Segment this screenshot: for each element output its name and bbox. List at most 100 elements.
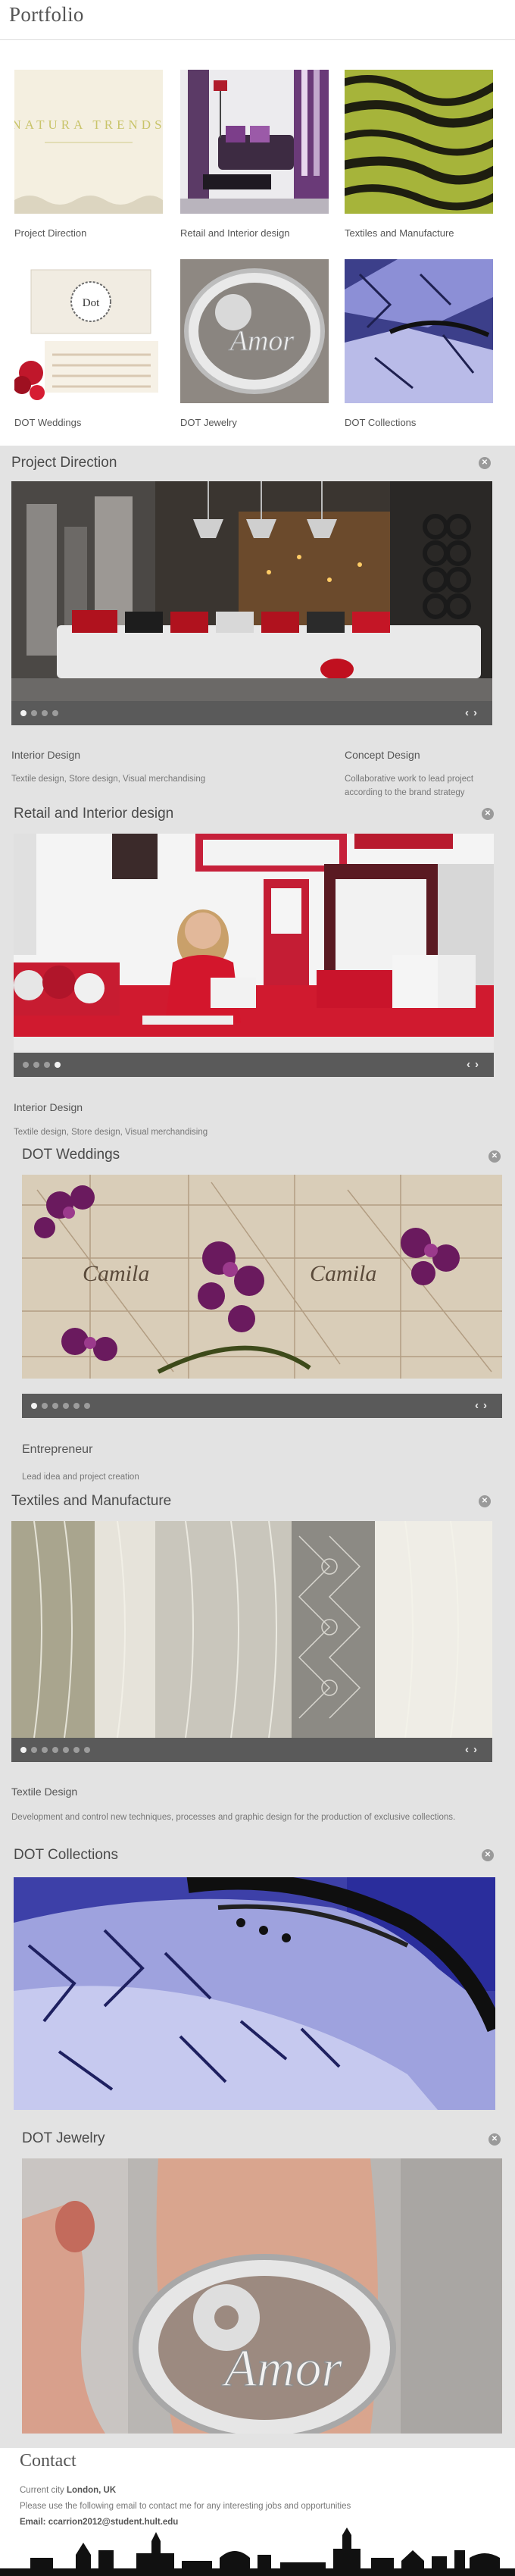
chevron-right-icon[interactable]: › — [473, 1743, 482, 1756]
natura-logo-text: NATURA TRENDS — [14, 117, 163, 132]
thumb-dot-jewelry[interactable]: Amor — [180, 259, 329, 403]
project-direction-right-heading: Concept Design — [345, 749, 420, 761]
tile-textiles[interactable]: Textiles and Manufacture — [345, 70, 493, 239]
chevron-left-icon[interactable]: ‹ — [475, 1399, 483, 1412]
thumb-dot-weddings[interactable]: Dot — [14, 259, 163, 403]
contact-section: Contact Current city London, UK Please u… — [0, 2448, 515, 2576]
tile-label[interactable]: Project Direction — [14, 227, 163, 239]
close-icon[interactable]: ✕ — [479, 1495, 491, 1507]
retail-heading: Interior Design — [14, 1101, 83, 1113]
slideshow-weddings[interactable]: Camila Camila — [22, 1175, 502, 1379]
close-icon[interactable]: ✕ — [482, 808, 494, 820]
close-icon[interactable]: ✕ — [482, 1849, 494, 1861]
portfolio-header: Portfolio NATURA TRENDS Project Directio… — [0, 0, 515, 446]
thumb-project-direction[interactable]: NATURA TRENDS — [14, 70, 163, 214]
section-title-project-direction: Project Direction — [11, 455, 117, 471]
slide-arrows[interactable]: ‹› — [465, 706, 482, 719]
weddings-text: Lead idea and project creation — [22, 1473, 139, 1482]
close-icon[interactable]: ✕ — [479, 457, 491, 469]
banner-name: Camila — [310, 1261, 376, 1286]
chevron-right-icon[interactable]: › — [483, 1399, 492, 1412]
slide-dot[interactable] — [23, 1062, 29, 1068]
slide-dot[interactable] — [73, 1403, 80, 1409]
slideshow-controls: ‹› — [11, 1738, 492, 1762]
city-label: Current city — [20, 2486, 64, 2495]
slideshow-collections[interactable] — [14, 1877, 495, 2110]
slide-dot[interactable] — [42, 710, 48, 716]
tile-label[interactable]: DOT Weddings — [14, 417, 163, 428]
slideshow-controls: ‹› — [22, 1394, 502, 1418]
slide-dot[interactable] — [84, 1403, 90, 1409]
tile-dot-weddings[interactable]: Dot DOT Weddings — [14, 259, 163, 428]
contact-email-line: Email: ccarrion2012@student.hult.edu — [20, 2518, 178, 2527]
tile-label[interactable]: Retail and Interior design — [180, 227, 329, 239]
header-divider — [0, 39, 515, 40]
retail-text: Textile design, Store design, Visual mer… — [14, 1128, 208, 1137]
project-direction-left-heading: Interior Design — [11, 749, 81, 761]
slide-arrows[interactable]: ‹› — [475, 1399, 492, 1412]
slide-dot[interactable] — [42, 1403, 48, 1409]
slide-dots[interactable] — [31, 1403, 90, 1409]
email-link[interactable]: ccarrion2012@student.hult.edu — [48, 2518, 179, 2527]
close-icon[interactable]: ✕ — [488, 2133, 501, 2146]
tile-retail-interior[interactable]: Retail and Interior design — [180, 70, 329, 239]
textiles-heading: Textile Design — [11, 1786, 78, 1798]
slide-dot[interactable] — [52, 1747, 58, 1753]
thumb-textiles[interactable] — [345, 70, 493, 214]
tile-label[interactable]: Textiles and Manufacture — [345, 227, 493, 239]
slide-dot[interactable] — [63, 1403, 69, 1409]
section-title-retail: Retail and Interior design — [14, 806, 174, 822]
slide-dots[interactable] — [23, 1062, 61, 1068]
slide-dot[interactable] — [42, 1747, 48, 1753]
slide-dot[interactable] — [52, 710, 58, 716]
section-title-collections: DOT Collections — [14, 1847, 118, 1863]
chevron-left-icon[interactable]: ‹ — [465, 706, 473, 719]
section-title-textiles: Textiles and Manufacture — [11, 1493, 172, 1509]
slide-dot[interactable] — [20, 1747, 27, 1753]
chevron-right-icon[interactable]: › — [475, 1058, 483, 1071]
city-value: London, UK — [67, 2486, 117, 2495]
project-direction-left-text: Textile design, Store design, Visual mer… — [11, 775, 206, 784]
slide-arrows[interactable]: ‹› — [465, 1743, 482, 1756]
banner-name: Camila — [83, 1261, 149, 1286]
page-title: Portfolio — [9, 3, 84, 26]
chevron-right-icon[interactable]: › — [473, 706, 482, 719]
slide-dot[interactable] — [73, 1747, 80, 1753]
tile-dot-jewelry[interactable]: Amor DOT Jewelry — [180, 259, 329, 428]
slideshow-controls: ‹› — [11, 701, 492, 725]
thumb-retail-interior[interactable] — [180, 70, 329, 214]
slide-dot[interactable] — [33, 1062, 39, 1068]
slide-dot[interactable] — [63, 1747, 69, 1753]
slide-dot[interactable] — [31, 1747, 37, 1753]
section-title-jewelry: DOT Jewelry — [22, 2130, 105, 2146]
dot-logo-text: Dot — [83, 297, 100, 309]
slide-arrows[interactable]: ‹› — [467, 1058, 483, 1071]
amor-text: Amor — [221, 2340, 342, 2398]
slide-dot[interactable] — [31, 710, 37, 716]
slideshow-textiles[interactable] — [11, 1521, 492, 1738]
weddings-heading: Entrepreneur — [22, 1443, 93, 1456]
tile-label[interactable]: DOT Collections — [345, 417, 493, 428]
project-direction-right-text: Collaborative work to lead project accor… — [345, 775, 474, 797]
slideshow-project-direction[interactable] — [11, 481, 492, 701]
slide-dot[interactable] — [55, 1062, 61, 1068]
tile-label[interactable]: DOT Jewelry — [180, 417, 329, 428]
slide-dot[interactable] — [20, 710, 27, 716]
tile-project-direction[interactable]: NATURA TRENDS Project Direction — [14, 70, 163, 239]
thumb-dot-collections[interactable] — [345, 259, 493, 403]
contact-note: Please use the following email to contac… — [20, 2502, 351, 2511]
slide-dots[interactable] — [20, 1747, 90, 1753]
textiles-text: Development and control new techniques, … — [11, 1813, 456, 1822]
chevron-left-icon[interactable]: ‹ — [467, 1058, 475, 1071]
chevron-left-icon[interactable]: ‹ — [465, 1743, 473, 1756]
slide-dot[interactable] — [31, 1403, 37, 1409]
slide-dot[interactable] — [84, 1747, 90, 1753]
slide-dot[interactable] — [52, 1403, 58, 1409]
section-title-weddings: DOT Weddings — [22, 1147, 120, 1163]
close-icon[interactable]: ✕ — [488, 1150, 501, 1163]
slideshow-jewelry[interactable]: Amor — [22, 2158, 502, 2434]
tile-dot-collections[interactable]: DOT Collections — [345, 259, 493, 428]
slide-dot[interactable] — [44, 1062, 50, 1068]
slideshow-retail[interactable] — [14, 834, 494, 1053]
slide-dots[interactable] — [20, 710, 58, 716]
